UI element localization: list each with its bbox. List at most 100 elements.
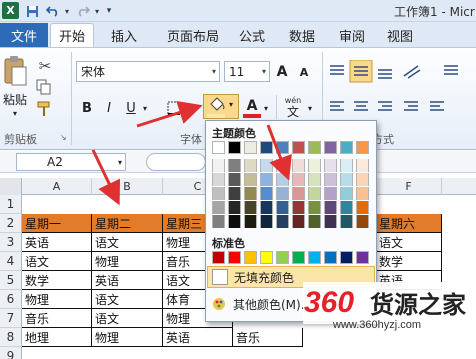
row-header-5[interactable]: 5 bbox=[0, 271, 22, 290]
theme-shade-swatch[interactable] bbox=[356, 173, 369, 186]
theme-shade-swatch[interactable] bbox=[340, 201, 353, 214]
theme-shade-swatch[interactable] bbox=[276, 159, 289, 172]
theme-shade-swatch[interactable] bbox=[356, 159, 369, 172]
redo-icon[interactable] bbox=[74, 3, 92, 19]
fill-color-button[interactable]: ▾ bbox=[203, 94, 239, 119]
theme-shade-swatch[interactable] bbox=[212, 159, 225, 172]
theme-shade-swatch[interactable] bbox=[244, 215, 257, 228]
theme-shade-swatch[interactable] bbox=[276, 187, 289, 200]
theme-shade-swatch[interactable] bbox=[340, 173, 353, 186]
table-cell[interactable]: 英语 bbox=[22, 233, 92, 252]
row-header-2[interactable]: 2 bbox=[0, 214, 22, 233]
row-header-3[interactable]: 3 bbox=[0, 233, 22, 252]
underline-button[interactable]: U bbox=[122, 98, 140, 118]
theme-shade-swatch[interactable] bbox=[212, 173, 225, 186]
save-icon[interactable] bbox=[24, 3, 40, 19]
tab-file[interactable]: 文件 bbox=[0, 23, 48, 47]
theme-shade-swatch[interactable] bbox=[324, 173, 337, 186]
theme-shade-swatch[interactable] bbox=[228, 215, 241, 228]
theme-shade-swatch[interactable] bbox=[308, 159, 321, 172]
theme-shade-swatch[interactable] bbox=[356, 201, 369, 214]
theme-shade-swatch[interactable] bbox=[244, 187, 257, 200]
name-box[interactable]: A2 bbox=[16, 153, 126, 171]
theme-shade-swatch[interactable] bbox=[260, 187, 273, 200]
theme-shade-swatch[interactable] bbox=[292, 173, 305, 186]
standard-color-swatch[interactable] bbox=[292, 251, 305, 264]
select-all-corner[interactable] bbox=[0, 178, 22, 195]
row-header-8[interactable]: 8 bbox=[0, 328, 22, 347]
undo-icon[interactable] bbox=[44, 3, 62, 19]
table-cell[interactable]: 语文 bbox=[92, 309, 163, 328]
theme-shade-swatch[interactable] bbox=[340, 215, 353, 228]
row-header-9[interactable]: 9 bbox=[0, 347, 22, 359]
theme-color-swatch[interactable] bbox=[212, 141, 225, 154]
theme-shade-swatch[interactable] bbox=[292, 201, 305, 214]
paste-button[interactable]: 粘贴 bbox=[1, 91, 29, 107]
theme-color-swatch[interactable] bbox=[340, 141, 353, 154]
theme-shade-swatch[interactable] bbox=[292, 159, 305, 172]
name-box-dropdown-icon[interactable]: ▾ bbox=[114, 154, 126, 170]
tab-view[interactable]: 视图 bbox=[380, 23, 420, 47]
clipboard-launcher-icon[interactable]: ↘ bbox=[60, 133, 69, 142]
table-cell[interactable]: 物理 bbox=[22, 290, 92, 309]
phonetic-dropdown-icon[interactable]: ▾ bbox=[305, 98, 315, 118]
theme-shade-swatch[interactable] bbox=[308, 173, 321, 186]
theme-shade-swatch[interactable] bbox=[228, 187, 241, 200]
theme-shade-swatch[interactable] bbox=[212, 201, 225, 214]
font-name-input[interactable]: 宋体 bbox=[76, 61, 220, 82]
phonetic-guide-button[interactable]: 文 bbox=[282, 104, 304, 119]
excel-logo-icon[interactable]: X bbox=[2, 2, 19, 19]
font-name-dropdown-icon[interactable]: ▾ bbox=[208, 62, 220, 81]
theme-shade-swatch[interactable] bbox=[276, 173, 289, 186]
theme-color-swatch[interactable] bbox=[324, 141, 337, 154]
theme-shade-swatch[interactable] bbox=[276, 201, 289, 214]
standard-color-swatch[interactable] bbox=[276, 251, 289, 264]
bold-button[interactable]: B bbox=[78, 98, 96, 118]
row-header-7[interactable]: 7 bbox=[0, 309, 22, 328]
tab-data[interactable]: 数据 bbox=[282, 23, 322, 47]
theme-shade-swatch[interactable] bbox=[260, 159, 273, 172]
format-painter-icon[interactable] bbox=[36, 101, 54, 119]
table-cell[interactable]: 地理 bbox=[22, 328, 92, 347]
theme-color-swatch[interactable] bbox=[292, 141, 305, 154]
theme-shade-swatch[interactable] bbox=[308, 201, 321, 214]
table-cell[interactable]: 语文 bbox=[22, 252, 92, 271]
table-cell[interactable]: 数学 bbox=[376, 252, 442, 271]
standard-color-swatch[interactable] bbox=[228, 251, 241, 264]
standard-color-swatch[interactable] bbox=[244, 251, 257, 264]
theme-shade-swatch[interactable] bbox=[308, 187, 321, 200]
theme-shade-swatch[interactable] bbox=[324, 201, 337, 214]
grow-font-button[interactable]: A bbox=[274, 63, 290, 81]
tab-home[interactable]: 开始 bbox=[50, 23, 94, 47]
theme-shade-swatch[interactable] bbox=[244, 159, 257, 172]
theme-color-swatch[interactable] bbox=[244, 141, 257, 154]
table-cell[interactable]: 语文 bbox=[376, 233, 442, 252]
borders-icon[interactable] bbox=[166, 100, 182, 116]
table-cell[interactable]: 英语 bbox=[163, 328, 233, 347]
table-cell[interactable]: 数学 bbox=[22, 271, 92, 290]
standard-color-swatch[interactable] bbox=[308, 251, 321, 264]
table-cell[interactable]: 星期二 bbox=[92, 214, 163, 233]
theme-shade-swatch[interactable] bbox=[260, 173, 273, 186]
table-cell[interactable]: 语文 bbox=[92, 233, 163, 252]
row-header-4[interactable]: 4 bbox=[0, 252, 22, 271]
paste-icon[interactable] bbox=[2, 55, 28, 89]
standard-color-swatch[interactable] bbox=[212, 251, 225, 264]
theme-color-swatch[interactable] bbox=[356, 141, 369, 154]
theme-shade-swatch[interactable] bbox=[276, 215, 289, 228]
theme-shade-swatch[interactable] bbox=[228, 173, 241, 186]
theme-shade-swatch[interactable] bbox=[244, 173, 257, 186]
theme-shade-swatch[interactable] bbox=[356, 187, 369, 200]
font-size-dropdown-icon[interactable]: ▾ bbox=[258, 62, 270, 81]
undo-dropdown-icon[interactable]: ▾ bbox=[62, 3, 72, 19]
theme-color-swatch[interactable] bbox=[276, 141, 289, 154]
formula-bar-handle[interactable] bbox=[146, 153, 206, 171]
column-header-b[interactable]: B bbox=[92, 178, 163, 195]
paste-dropdown-icon[interactable]: ▾ bbox=[8, 108, 22, 118]
standard-color-swatch[interactable] bbox=[356, 251, 369, 264]
theme-shade-swatch[interactable] bbox=[212, 215, 225, 228]
theme-shade-swatch[interactable] bbox=[340, 187, 353, 200]
redo-dropdown-icon[interactable]: ▾ bbox=[92, 3, 102, 19]
theme-shade-swatch[interactable] bbox=[324, 159, 337, 172]
column-header-f[interactable]: F bbox=[376, 178, 442, 195]
